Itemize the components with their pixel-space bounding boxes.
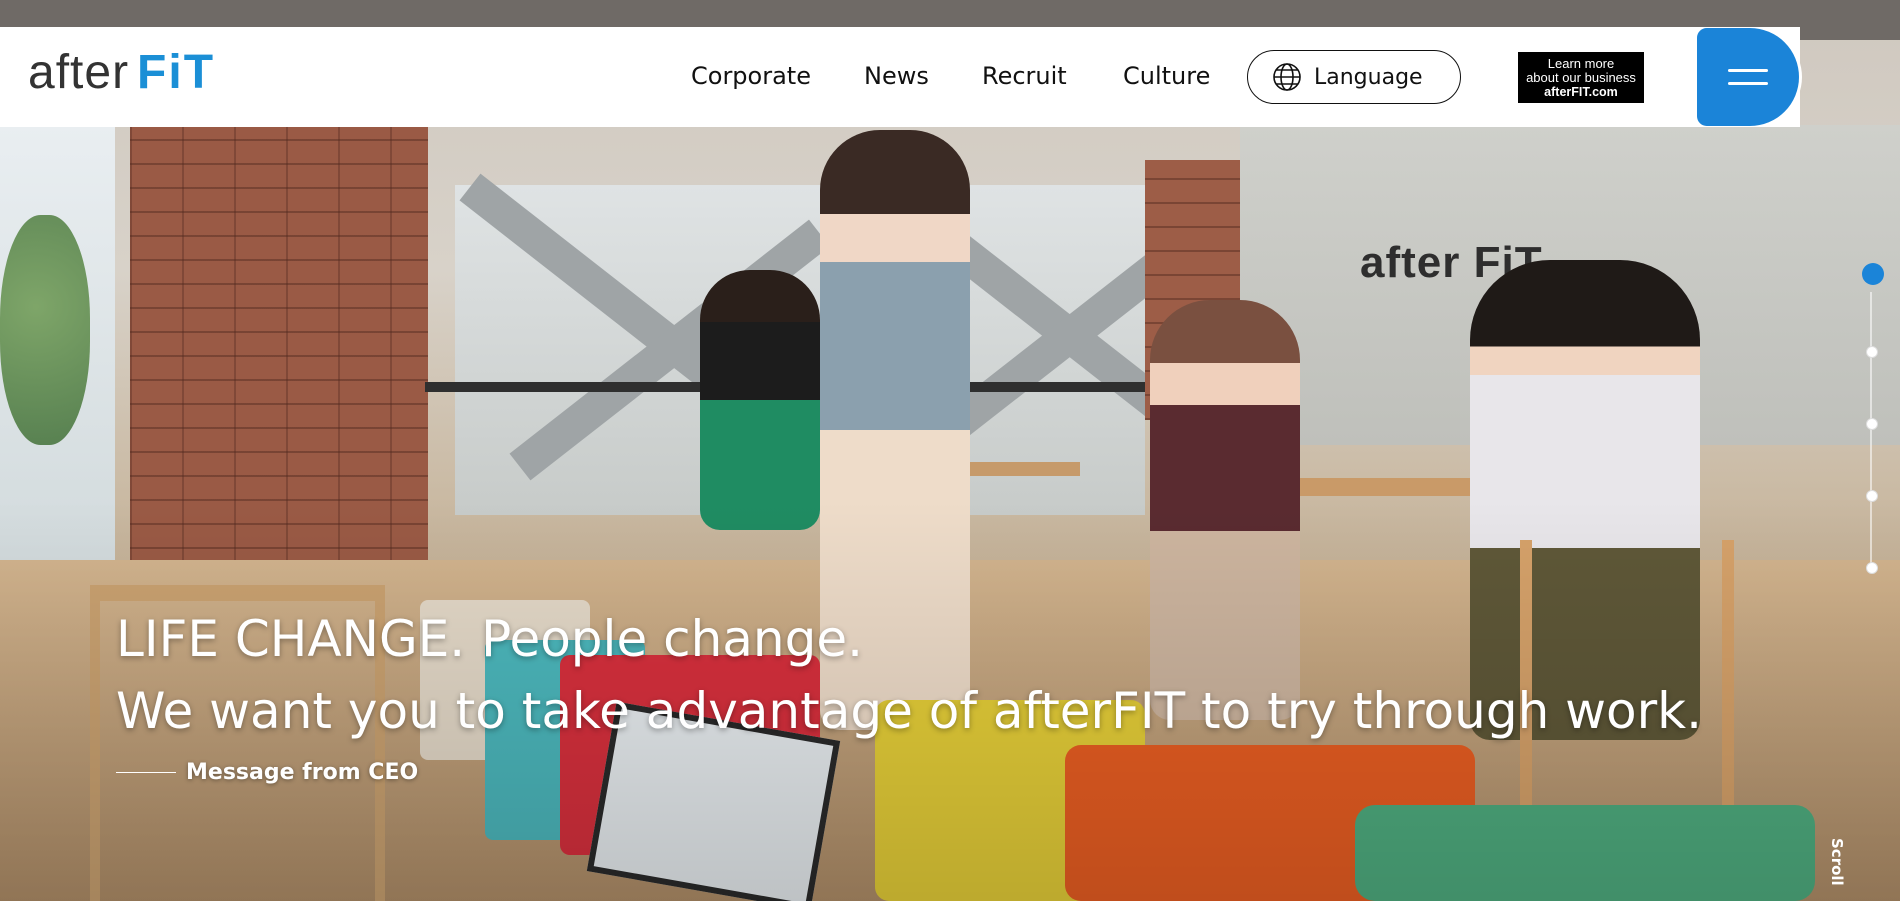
link-line-icon — [116, 771, 176, 774]
slide-dot-2[interactable] — [1866, 346, 1878, 358]
business-button-line3: afterFIT.com — [1544, 84, 1618, 99]
business-button-line2: about our business — [1526, 69, 1636, 85]
business-button-line1: Learn more — [1547, 55, 1615, 71]
language-button[interactable]: Language — [1247, 50, 1461, 104]
business-site-button[interactable]: Learn more about our business afterFIT.c… — [1518, 52, 1644, 103]
logo-text-fit: FiT — [137, 46, 216, 99]
hamburger-icon — [1728, 82, 1768, 85]
hero-headline: LIFE CHANGE. People change. We want you … — [116, 603, 1702, 747]
headline-line-1: LIFE CHANGE. People change. — [116, 610, 863, 668]
slide-track — [1870, 292, 1872, 572]
headline-line-2: We want you to take advantage of afterFI… — [116, 682, 1703, 740]
ceo-link-label: Message from CEO — [186, 760, 419, 785]
scroll-label[interactable]: Scroll — [1828, 838, 1846, 886]
slide-dot-5[interactable] — [1866, 562, 1878, 574]
menu-button[interactable] — [1697, 28, 1799, 126]
tree — [0, 215, 90, 445]
message-from-ceo-link[interactable]: Message from CEO — [116, 760, 418, 785]
language-label: Language — [1314, 64, 1423, 90]
hamburger-icon — [1728, 69, 1768, 72]
nav-culture[interactable]: Culture — [1123, 62, 1210, 90]
nav-recruit[interactable]: Recruit — [982, 62, 1067, 90]
slide-dot-4[interactable] — [1866, 490, 1878, 502]
person-figure — [700, 270, 820, 530]
site-logo[interactable]: after FiT — [28, 48, 215, 98]
nav-corporate[interactable]: Corporate — [691, 62, 811, 90]
slide-dot-3[interactable] — [1866, 418, 1878, 430]
slide-dot-1[interactable] — [1862, 263, 1884, 285]
logo-text-after: after — [28, 46, 130, 99]
globe-icon — [1272, 62, 1302, 92]
nav-news[interactable]: News — [864, 62, 929, 90]
